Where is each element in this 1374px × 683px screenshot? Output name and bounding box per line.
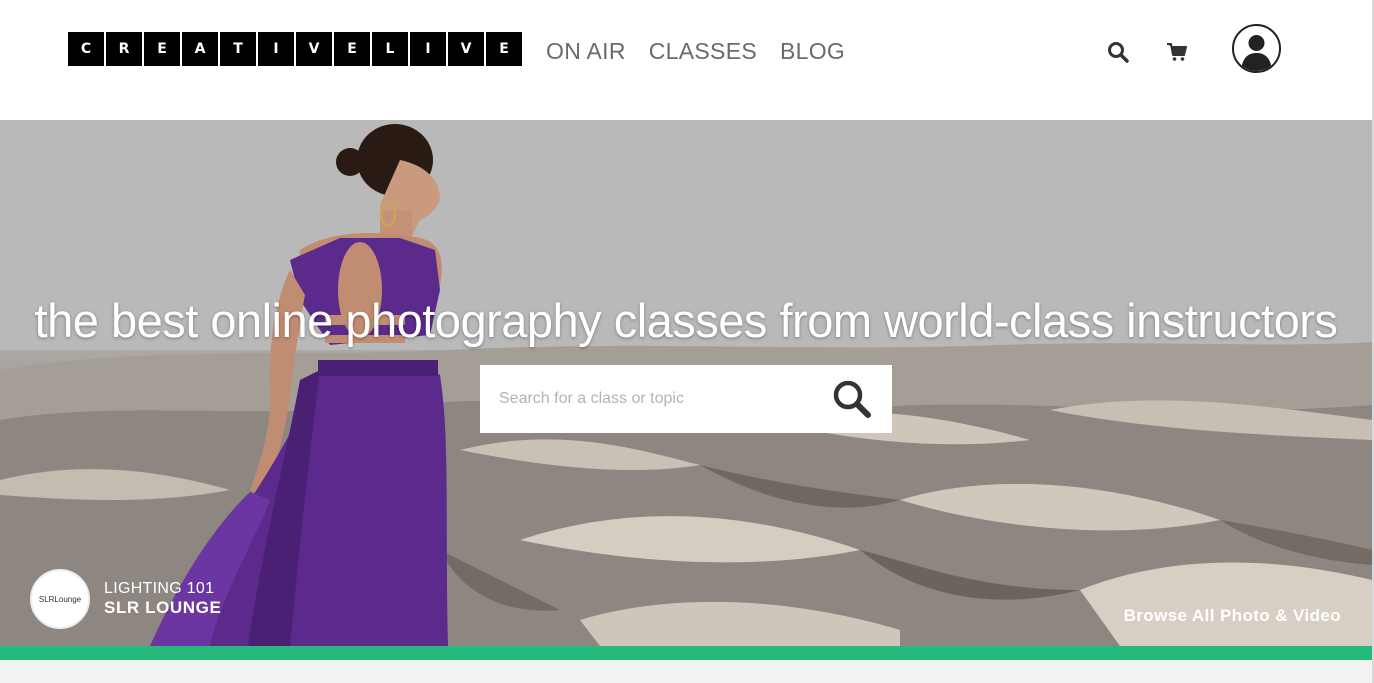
hero-headline: the best online photography classes from… xyxy=(34,294,1338,347)
slr-lounge-logo: SLRLounge xyxy=(30,569,90,629)
user-avatar-icon[interactable] xyxy=(1232,24,1281,73)
logo-letter: E xyxy=(334,32,370,66)
creativelive-logo[interactable]: C R E A T I V E L I V E xyxy=(68,32,522,66)
hero-banner: the best online photography classes from… xyxy=(0,120,1372,646)
logo-letter: E xyxy=(486,32,522,66)
course-title: LIGHTING 101 xyxy=(104,580,215,597)
nav-classes[interactable]: CLASSES xyxy=(649,38,757,64)
featured-instructor[interactable]: SLRLounge LIGHTING 101 SLR LOUNGE xyxy=(30,569,221,629)
person-silhouette-icon xyxy=(1241,35,1272,71)
site-header: C R E A T I V E L I V E ON AIR CLASSES B… xyxy=(0,0,1372,120)
logo-letter: V xyxy=(296,32,332,66)
instructor-text: LIGHTING 101 SLR LOUNGE xyxy=(104,580,221,618)
logo-letter: V xyxy=(448,32,484,66)
logo-letter: A xyxy=(182,32,218,66)
accent-bar xyxy=(0,646,1372,660)
main-nav: ON AIR CLASSES BLOG xyxy=(546,38,845,64)
logo-letter: I xyxy=(410,32,446,66)
logo-letter: L xyxy=(372,32,408,66)
nav-blog[interactable]: BLOG xyxy=(780,38,845,64)
logo-letter: T xyxy=(220,32,256,66)
page: C R E A T I V E L I V E ON AIR CLASSES B… xyxy=(0,0,1374,683)
browse-all-link[interactable]: Browse All Photo & Video xyxy=(1124,606,1341,626)
hero-search-icon[interactable] xyxy=(830,377,874,421)
search-icon[interactable] xyxy=(1106,40,1130,64)
cart-icon[interactable] xyxy=(1165,40,1189,64)
logo-letter: E xyxy=(144,32,180,66)
hero-search-input[interactable] xyxy=(499,379,819,419)
nav-on-air[interactable]: ON AIR xyxy=(546,38,626,64)
logo-letter: R xyxy=(106,32,142,66)
logo-letter: C xyxy=(68,32,104,66)
logo-letter: I xyxy=(258,32,294,66)
instructor-name: SLR LOUNGE xyxy=(104,598,222,617)
badge-text: SLRLounge xyxy=(38,594,82,604)
hero-search-box xyxy=(480,365,892,433)
